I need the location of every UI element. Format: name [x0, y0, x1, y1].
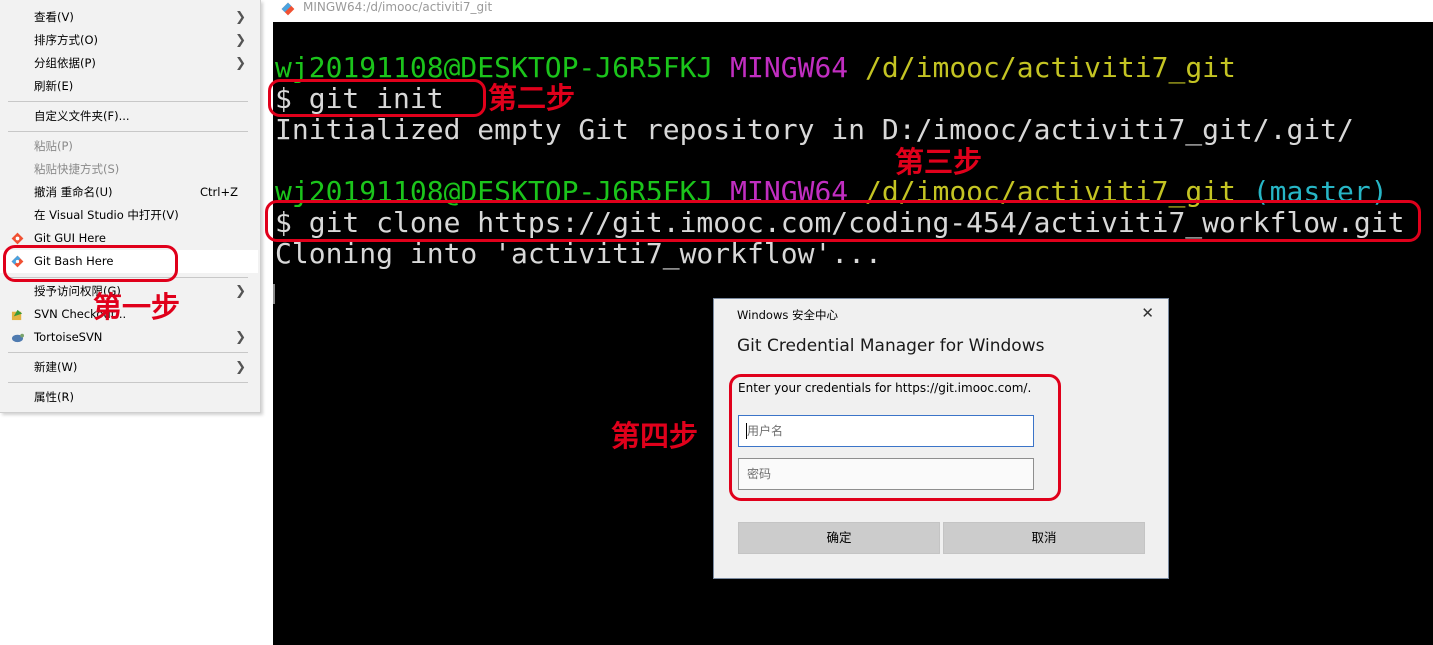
prompt-path: /d/imooc/activiti7_git: [865, 51, 1236, 84]
svn-checkout-icon: [11, 309, 23, 321]
prompt-env: MINGW64: [730, 51, 849, 84]
tortoisesvn-icon: [11, 333, 24, 343]
annotation-step-2: 第二步: [488, 81, 576, 115]
terminal-output-line: Cloning into 'activiti7_workflow'...: [275, 237, 882, 270]
menu-item-paste-shortcut[interactable]: 粘贴快捷方式(S): [0, 158, 258, 181]
menu-item-label: TortoiseSVN: [34, 330, 103, 344]
chevron-right-icon: ❯: [235, 33, 246, 48]
menu-item-label: 查看(V): [34, 10, 74, 24]
chevron-right-icon: ❯: [235, 360, 246, 375]
annotation-box-git-bash-here: [3, 245, 178, 282]
ok-button[interactable]: 确定: [738, 522, 940, 554]
terminal-window-title: MINGW64:/d/imooc/activiti7_git: [303, 0, 493, 14]
menu-item-tortoisesvn[interactable]: TortoiseSVN ❯: [0, 326, 258, 349]
annotation-box-git-init: [268, 79, 486, 117]
close-icon[interactable]: ✕: [1141, 304, 1154, 322]
menu-item-label: 粘贴快捷方式(S): [34, 162, 120, 176]
chevron-right-icon: ❯: [235, 330, 246, 345]
menu-item-label: 属性(R): [34, 390, 74, 404]
menu-separator: [8, 131, 248, 132]
menu-item-refresh[interactable]: 刷新(E): [0, 75, 258, 98]
menu-item-label: 排序方式(O): [34, 33, 99, 47]
menu-item-view[interactable]: 查看(V) ❯: [0, 6, 258, 29]
menu-item-label: 新建(W): [34, 360, 78, 374]
menu-item-paste[interactable]: 粘贴(P): [0, 135, 258, 158]
menu-separator: [8, 382, 248, 383]
menu-item-label: 自定义文件夹(F)...: [34, 109, 130, 123]
menu-item-shortcut: Ctrl+Z: [200, 185, 238, 199]
menu-item-undo-rename[interactable]: 撤消 重命名(U) Ctrl+Z: [0, 181, 258, 204]
menu-item-label: 刷新(E): [34, 79, 74, 93]
dialog-window-title: Windows 安全中心: [737, 308, 838, 322]
menu-item-label: 在 Visual Studio 中打开(V): [34, 208, 179, 222]
menu-item-label: 撤消 重命名(U): [34, 185, 113, 199]
menu-item-customize-folder[interactable]: 自定义文件夹(F)...: [0, 105, 258, 128]
cancel-button[interactable]: 取消: [943, 522, 1145, 554]
chevron-right-icon: ❯: [235, 10, 246, 25]
annotation-step-3: 第三步: [895, 145, 983, 179]
menu-item-label: 分组依据(P): [34, 56, 96, 70]
git-icon: [11, 232, 24, 245]
context-menu: 查看(V) ❯ 排序方式(O) ❯ 分组依据(P) ❯ 刷新(E) 自定义文件夹…: [0, 0, 261, 413]
chevron-right-icon: ❯: [235, 284, 246, 299]
menu-separator: [8, 101, 248, 102]
terminal-cursor: [273, 284, 275, 304]
terminal-titlebar[interactable]: MINGW64:/d/imooc/activiti7_git: [273, 0, 1433, 22]
annotation-box-credentials: [729, 374, 1061, 501]
terminal-output-line: Initialized empty Git repository in D:/i…: [275, 113, 1354, 146]
menu-item-label: 粘贴(P): [34, 139, 73, 153]
menu-item-group-by[interactable]: 分组依据(P) ❯: [0, 52, 258, 75]
menu-item-properties[interactable]: 属性(R): [0, 386, 258, 409]
menu-item-new[interactable]: 新建(W) ❯: [0, 356, 258, 379]
git-bash-icon: [281, 2, 295, 16]
chevron-right-icon: ❯: [235, 56, 246, 71]
menu-item-open-in-visual-studio[interactable]: 在 Visual Studio 中打开(V): [0, 204, 258, 227]
annotation-step-1: 第一步: [93, 290, 181, 324]
annotation-box-git-clone: [265, 200, 1421, 242]
dialog-heading: Git Credential Manager for Windows: [737, 336, 1045, 356]
menu-separator: [8, 352, 248, 353]
menu-item-sort-by[interactable]: 排序方式(O) ❯: [0, 29, 258, 52]
annotation-step-4: 第四步: [611, 419, 699, 453]
